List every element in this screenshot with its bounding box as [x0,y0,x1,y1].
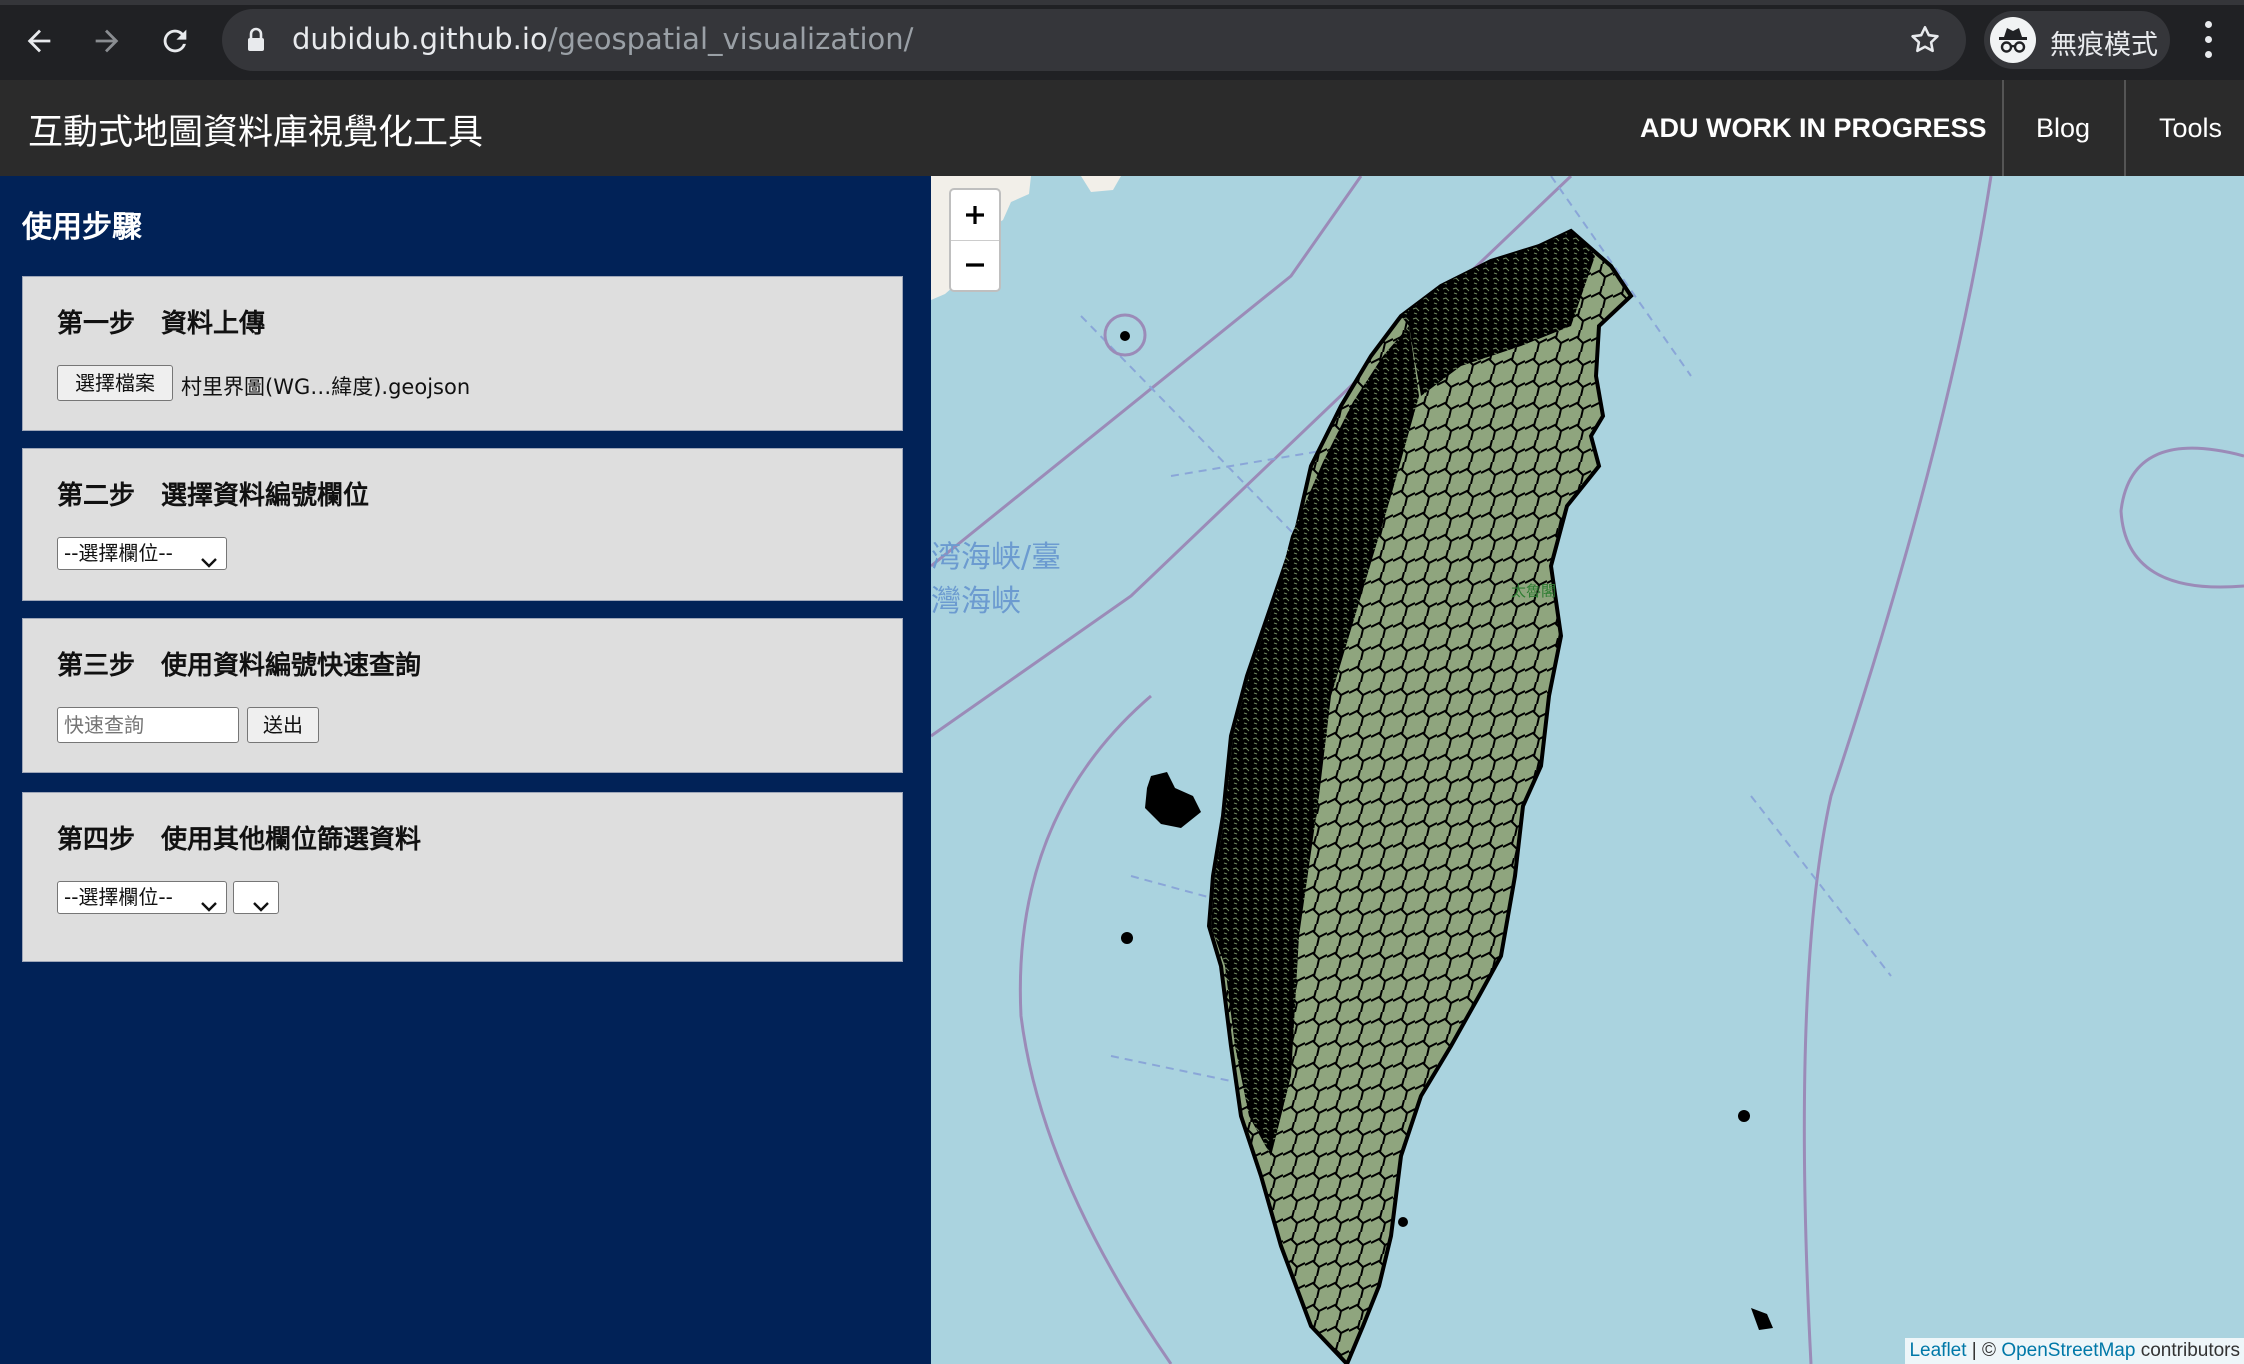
step-2-title: 第二步 選擇資料編號欄位 [57,481,370,511]
island-dot [1121,932,1133,944]
incognito-icon [1990,17,2036,63]
url-text: dubidub.github.io/geospatial_visualizati… [292,22,914,56]
attribution-suffix: contributors [2135,1340,2240,1361]
id-field-select-value: --選擇欄位-- [64,541,173,565]
mainland-coast-piece [1081,176,1121,192]
zoom-control [949,188,1001,292]
nav-adu-work-in-progress[interactable]: ADU WORK IN PROGRESS [1640,80,1987,176]
forward-icon[interactable] [84,18,130,64]
step-3-title: 第三步 使用資料編號快速查詢 [57,651,422,681]
id-field-select[interactable]: --選擇欄位-- [57,537,227,570]
incognito-label: 無痕模式 [2050,30,2158,61]
chevron-down-icon [200,547,218,578]
zoom-out-button[interactable] [951,240,999,290]
nav-blog[interactable]: Blog [2036,80,2090,176]
nav-divider [2002,80,2004,176]
leaflet-link[interactable]: Leaflet [1909,1340,1966,1361]
map-view[interactable]: 太魯閣 湾海峡/臺 灣海峡 Leaflet | © OpenStreetMap … [931,176,2244,1364]
island-dot [1398,1217,1408,1227]
park-label: 太魯閣 [1511,582,1556,600]
steps-panel: 使用步驟 第一步 資料上傳 選擇檔案 村里界圖(WG…緯度).geojson 第… [0,176,931,1364]
lock-icon [246,27,266,57]
filter-field-select[interactable]: --選擇欄位-- [57,881,227,914]
step-1-card: 第一步 資料上傳 選擇檔案 村里界圖(WG…緯度).geojson [22,276,903,431]
strait-label-line-2: 灣海峡 [931,584,1021,619]
tab-strip [0,0,2244,5]
choose-file-button[interactable]: 選擇檔案 [57,365,173,401]
maritime-boundary-line [1802,176,1993,1364]
filter-value-select[interactable] [233,881,279,914]
step-4-card: 第四步 使用其他欄位篩選資料 --選擇欄位-- [22,792,903,962]
attribution-separator: | © [1966,1340,2002,1361]
menu-kebab-icon[interactable] [2196,20,2220,60]
map-basemap: 太魯閣 [931,176,2244,1364]
reload-icon[interactable] [152,18,198,64]
quick-search-input[interactable]: 快速查詢 [57,707,239,743]
nav-divider [2124,80,2126,176]
map-attribution: Leaflet | © OpenStreetMap contributors [1905,1338,2244,1364]
island-dot [1738,1110,1750,1122]
site-title[interactable]: 互動式地圖資料庫視覺化工具 [28,104,483,155]
bookmark-star-icon[interactable] [1908,23,1942,61]
site-header: 互動式地圖資料庫視覺化工具 ADU WORK IN PROGRESS Blog … [0,80,2244,176]
island-dot [1751,1308,1773,1330]
openstreetmap-link[interactable]: OpenStreetMap [2001,1340,2135,1361]
incognito-profile-button[interactable]: 無痕模式 [1984,11,2170,69]
zoom-in-button[interactable] [951,190,999,241]
filter-field-select-value: --選擇欄位-- [64,885,173,909]
address-bar[interactable]: dubidub.github.io/geospatial_visualizati… [222,9,1966,71]
chevron-down-icon [252,891,270,922]
step-2-card: 第二步 選擇資料編號欄位 --選擇欄位-- [22,448,903,601]
step-4-title: 第四步 使用其他欄位篩選資料 [57,825,422,855]
chevron-down-icon [200,891,218,922]
back-icon[interactable] [16,18,62,64]
penghu-islands [1145,772,1201,828]
chosen-file-name: 村里界圖(WG…緯度).geojson [181,375,471,399]
step-3-card: 第三步 使用資料編號快速查詢 快速查詢 送出 [22,618,903,773]
submit-button[interactable]: 送出 [247,707,319,743]
browser-toolbar: dubidub.github.io/geospatial_visualizati… [0,0,2244,80]
step-1-title: 第一步 資料上傳 [57,309,266,339]
islet-dot [1120,331,1130,341]
panel-title: 使用步驟 [22,210,142,245]
maritime-boundary-line [2119,446,2244,589]
strait-label-line-1: 湾海峡/臺 [931,540,1062,575]
nav-tools[interactable]: Tools [2159,80,2222,176]
